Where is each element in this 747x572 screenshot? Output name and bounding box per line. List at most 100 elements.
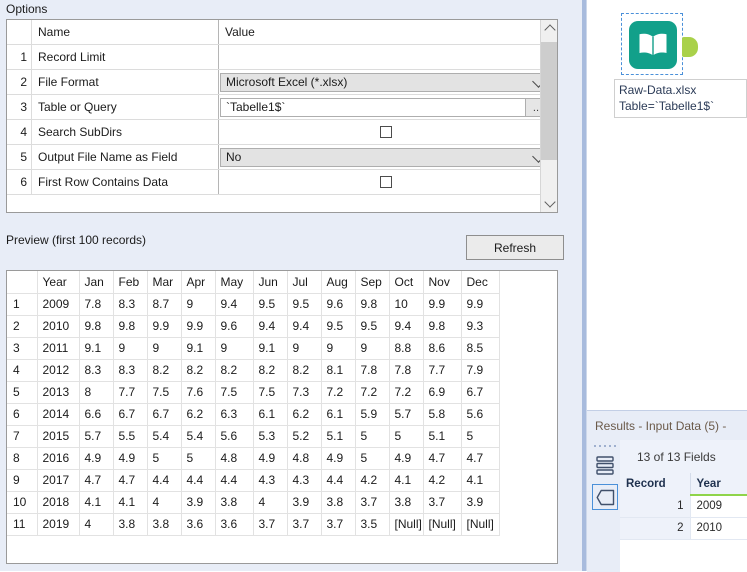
preview-cell[interactable]: 8.2 [253, 359, 288, 382]
preview-cell[interactable]: 7.7 [113, 381, 148, 404]
preview-column-header[interactable]: Feb [113, 271, 148, 294]
preview-cell[interactable]: 9.8 [423, 315, 462, 338]
preview-cell[interactable]: 5.2 [287, 425, 322, 448]
preview-cell[interactable]: 5 [355, 447, 390, 470]
preview-cell[interactable]: 3.9 [181, 491, 216, 514]
preview-cell[interactable]: 5.9 [355, 403, 390, 426]
preview-cell[interactable]: 8.5 [461, 337, 500, 360]
preview-cell[interactable]: 9.6 [321, 293, 356, 316]
preview-cell[interactable]: 5.6 [461, 403, 500, 426]
preview-cell[interactable]: 5.4 [147, 425, 182, 448]
preview-cell[interactable]: 7.3 [287, 381, 322, 404]
input-data-tool-node[interactable] [621, 13, 698, 75]
preview-cell[interactable]: 3.5 [355, 513, 390, 536]
preview-cell[interactable]: 9.4 [253, 315, 288, 338]
results-metadata-view-button[interactable] [592, 484, 618, 510]
preview-cell[interactable]: [Null] [423, 513, 462, 536]
preview-cell[interactable]: 4.7 [423, 447, 462, 470]
results-column-header[interactable]: Record [620, 473, 690, 495]
preview-cell[interactable]: 8.1 [321, 359, 356, 382]
preview-cell[interactable]: 5.4 [181, 425, 216, 448]
preview-cell[interactable]: 5.1 [423, 425, 462, 448]
preview-cell[interactable]: 2015 [37, 425, 80, 448]
preview-cell[interactable]: 7.9 [461, 359, 500, 382]
preview-cell[interactable]: 9 [215, 337, 254, 360]
preview-cell[interactable]: 9.4 [389, 315, 424, 338]
preview-cell[interactable]: 5.8 [423, 403, 462, 426]
preview-cell[interactable]: 3.6 [181, 513, 216, 536]
input-data-book-icon[interactable] [629, 21, 677, 69]
preview-cell[interactable]: 9.5 [253, 293, 288, 316]
preview-cell[interactable]: 9.1 [181, 337, 216, 360]
preview-cell[interactable]: 2016 [37, 447, 80, 470]
preview-cell[interactable]: 9.9 [181, 315, 216, 338]
preview-cell[interactable]: 8.2 [147, 359, 182, 382]
preview-cell[interactable]: 5.6 [215, 425, 254, 448]
preview-column-header[interactable]: May [215, 271, 254, 294]
preview-cell[interactable]: 2010 [37, 315, 80, 338]
preview-cell[interactable]: 9.9 [423, 293, 462, 316]
preview-cell[interactable]: 4.9 [79, 447, 114, 470]
preview-table-row[interactable]: 2 2010 9.8 9.8 9.9 9.9 9.6 9.4 9.4 9.5 9.5 9.4 9.8 9.… [7, 315, 500, 338]
preview-cell[interactable]: 5.7 [389, 403, 424, 426]
preview-cell[interactable]: 4.8 [215, 447, 254, 470]
preview-cell[interactable]: 8.3 [113, 359, 148, 382]
preview-table-row[interactable]: 4 2012 8.3 8.3 8.2 8.2 8.2 8.2 8.2 8.1 7.8 7.8 7.7 7.… [7, 359, 500, 382]
preview-cell[interactable]: 5.5 [113, 425, 148, 448]
preview-table-row[interactable]: 10 2018 4.1 4.1 4 3.9 3.8 4 3.9 3.8 3.7 3.8 3.7 3.9 [7, 491, 500, 514]
preview-cell[interactable]: 8.3 [79, 359, 114, 382]
preview-table-row[interactable]: 11 2019 4 3.8 3.8 3.6 3.6 3.7 3.7 3.7 3.5 [Null] [Nu… [7, 513, 500, 536]
preview-cell[interactable]: 4.1 [79, 491, 114, 514]
preview-cell[interactable]: 6.9 [423, 381, 462, 404]
preview-cell[interactable]: 9.6 [215, 315, 254, 338]
preview-cell[interactable]: 2011 [37, 337, 80, 360]
preview-cell[interactable]: 8.2 [181, 359, 216, 382]
preview-cell[interactable]: 4.1 [461, 469, 500, 492]
preview-cell[interactable]: 5 [181, 447, 216, 470]
refresh-button[interactable]: Refresh [466, 235, 564, 260]
preview-cell[interactable]: 4.1 [389, 469, 424, 492]
preview-cell[interactable]: 6.1 [253, 403, 288, 426]
preview-cell[interactable]: 5.1 [321, 425, 356, 448]
preview-cell[interactable]: 9 [181, 293, 216, 316]
preview-cell[interactable]: 5 [355, 425, 390, 448]
preview-cell[interactable]: 9 [287, 337, 322, 360]
options-checkbox[interactable] [379, 126, 392, 138]
preview-column-header[interactable]: Mar [147, 271, 182, 294]
preview-cell[interactable]: 7.2 [355, 381, 390, 404]
preview-cell[interactable]: 3.8 [215, 491, 254, 514]
preview-cell[interactable]: 9 [147, 337, 182, 360]
preview-cell[interactable]: 7.5 [147, 381, 182, 404]
preview-table-row[interactable]: 7 2015 5.7 5.5 5.4 5.4 5.6 5.3 5.2 5.1 5 5 5.1 5 [7, 425, 500, 448]
preview-cell[interactable]: 4.2 [423, 469, 462, 492]
preview-cell[interactable]: 4.3 [287, 469, 322, 492]
preview-cell[interactable]: 9.8 [113, 315, 148, 338]
preview-cell[interactable]: 3.8 [113, 513, 148, 536]
preview-cell[interactable]: 7.5 [215, 381, 254, 404]
preview-table-row[interactable]: 3 2011 9.1 9 9 9.1 9 9.1 9 9 9 8.8 8.6 8.5 [7, 337, 500, 360]
results-column-header[interactable]: Year [689, 473, 747, 496]
preview-cell[interactable]: 9.1 [253, 337, 288, 360]
preview-cell[interactable]: 9.5 [321, 315, 356, 338]
preview-column-header[interactable]: Apr [181, 271, 216, 294]
preview-cell[interactable]: 2014 [37, 403, 80, 426]
preview-cell[interactable]: 2017 [37, 469, 80, 492]
results-year-cell[interactable]: 2010 [689, 517, 747, 540]
preview-cell[interactable]: 4.7 [79, 469, 114, 492]
scroll-down-arrow-icon[interactable] [541, 195, 557, 212]
preview-column-header[interactable] [7, 271, 38, 294]
preview-cell[interactable]: 9.8 [355, 293, 390, 316]
preview-cell[interactable]: 5 [389, 425, 424, 448]
preview-cell[interactable]: 9 [355, 337, 390, 360]
preview-cell[interactable]: 7.2 [321, 381, 356, 404]
preview-cell[interactable]: 4.9 [113, 447, 148, 470]
preview-cell[interactable]: 8.2 [215, 359, 254, 382]
preview-cell[interactable]: 9.4 [287, 315, 322, 338]
preview-cell[interactable]: 7.5 [253, 381, 288, 404]
preview-cell[interactable]: 4.3 [253, 469, 288, 492]
results-data-view-button[interactable] [592, 452, 618, 478]
preview-cell[interactable]: 5.3 [253, 425, 288, 448]
options-dropdown[interactable]: Microsoft Excel (*.xlsx) [220, 72, 550, 92]
preview-cell[interactable]: 3.9 [461, 491, 500, 514]
preview-cell[interactable]: 6.3 [215, 403, 254, 426]
